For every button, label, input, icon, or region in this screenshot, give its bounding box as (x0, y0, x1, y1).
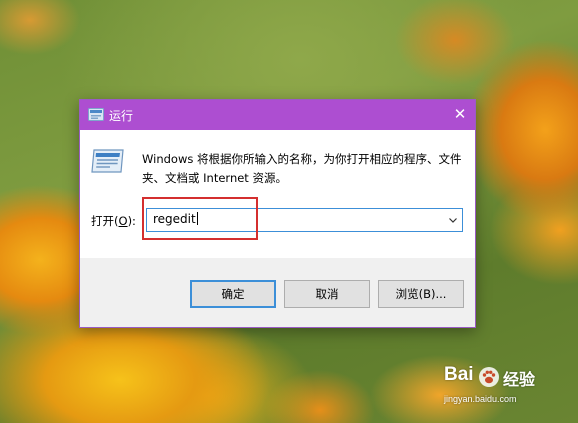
ok-button[interactable]: 确定 (190, 280, 276, 308)
watermark-brand: Bai (444, 364, 474, 385)
button-bar: 确定 取消 浏览(B)... (80, 258, 475, 327)
open-label-prefix: 打开( (91, 214, 119, 228)
close-icon: ✕ (453, 105, 467, 123)
window-title: 运行 (109, 109, 134, 123)
baidu-watermark: Bai 经验 jingyan.baidu.com (444, 362, 578, 423)
dialog-body: Windows 将根据你所输入的名称，为你打开相应的程序、文件夹、文档或 Int… (80, 130, 475, 259)
open-label-accelerator: O (118, 214, 128, 228)
open-label-suffix: ): (127, 214, 136, 228)
dialog-description: Windows 将根据你所输入的名称，为你打开相应的程序、文件夹、文档或 Int… (142, 152, 462, 185)
browse-button[interactable]: 浏览(B)... (378, 280, 464, 308)
chevron-down-icon[interactable] (448, 215, 458, 225)
close-button[interactable]: ✕ (445, 100, 475, 130)
watermark-url: jingyan.baidu.com (444, 394, 517, 404)
open-label: 打开(O): (91, 213, 136, 229)
cancel-button[interactable]: 取消 (284, 280, 370, 308)
title-bar[interactable]: 运行 ✕ (80, 100, 475, 130)
paw-icon (479, 367, 499, 387)
run-icon (88, 108, 104, 121)
run-dialog: 运行 ✕ Windows 将根据你所输入的名称，为你打开相应的程序、文件夹、文档… (79, 99, 476, 328)
watermark-service: 经验 (503, 370, 536, 389)
run-icon (91, 149, 124, 173)
annotation-highlight-box (142, 197, 258, 240)
